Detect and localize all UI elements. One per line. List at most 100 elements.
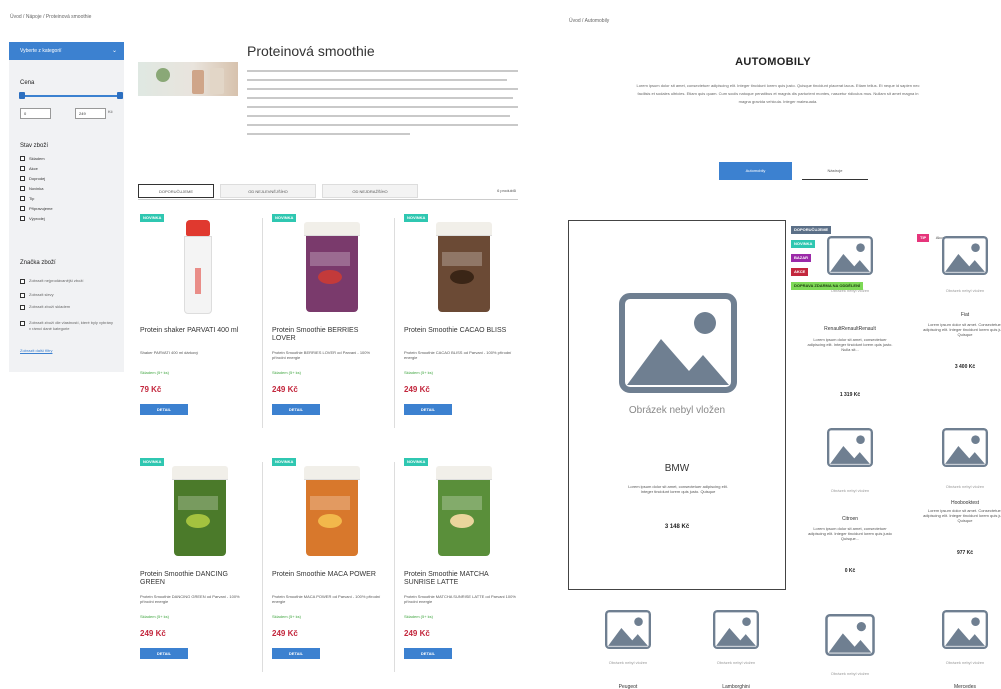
checkbox[interactable] bbox=[20, 176, 25, 181]
product-image[interactable]: NOVINKA bbox=[138, 456, 256, 566]
product-name[interactable]: Hoobooktest bbox=[910, 500, 1001, 506]
sort-tab-most-expensive[interactable]: OD NEJDRAŽŠÍHO bbox=[322, 184, 418, 198]
new-badge: NOVINKA bbox=[272, 458, 297, 466]
stock-filter-checkbox[interactable]: Výprodej bbox=[20, 216, 45, 222]
checkbox[interactable] bbox=[20, 186, 25, 191]
brand-filter-checkbox[interactable]: Zobrazit slevy bbox=[20, 292, 116, 298]
leaf-shape bbox=[156, 68, 170, 82]
product-name[interactable]: Protein Smoothie DANCING GREEN bbox=[140, 571, 252, 587]
card-divider bbox=[262, 218, 263, 428]
featured-product-card[interactable]: Obrázek nebyl vložen BMW Lorem ipsum dol… bbox=[568, 220, 786, 590]
category-hero-image bbox=[138, 62, 238, 96]
detail-button[interactable]: DETAIL bbox=[272, 648, 320, 659]
product-price: 249 Kč bbox=[272, 629, 298, 638]
product-name[interactable]: BMW bbox=[569, 463, 785, 474]
checkbox[interactable] bbox=[20, 321, 25, 326]
product-card[interactable]: NOVINKA Protein Smoothie CACAO BLISS Prote… bbox=[402, 212, 520, 442]
product-card[interactable]: NOVINKA Protein Smoothie MATCHA SUNRISE L… bbox=[402, 456, 520, 686]
checkbox-label: Doprodej bbox=[29, 176, 46, 181]
product-name[interactable]: Mercedes bbox=[910, 684, 1001, 689]
category-description-blurred bbox=[247, 70, 518, 142]
checkbox[interactable] bbox=[20, 196, 25, 201]
checkbox[interactable] bbox=[20, 206, 25, 211]
price-range-slider[interactable] bbox=[19, 92, 123, 99]
product-name[interactable]: RenaultRenaultRenault bbox=[795, 326, 905, 332]
sort-tab-recommended[interactable]: DOPORUČUJEME bbox=[138, 184, 214, 198]
brand-filter-checkbox[interactable]: Zobrazit zboží skladem bbox=[20, 304, 116, 310]
detail-button[interactable]: DETAIL bbox=[272, 404, 320, 415]
checkbox[interactable] bbox=[20, 156, 25, 161]
eshop-category-page-smoothie: Úvod / Nápoje / Proteinová smoothie Vybe… bbox=[0, 0, 520, 689]
checkbox[interactable] bbox=[20, 305, 25, 310]
stock-filter-checkbox[interactable]: Akce bbox=[20, 166, 38, 172]
product-name[interactable]: Protein Smoothie BERRIES LOVER bbox=[272, 327, 384, 343]
product-image[interactable]: NOVINKA bbox=[402, 456, 520, 566]
image-placeholder-icon bbox=[825, 614, 875, 656]
checkbox[interactable] bbox=[20, 216, 25, 221]
jar-fruit-decoration bbox=[450, 514, 474, 528]
product-description: Protein Smoothie CACAO BLISS od Parvani … bbox=[404, 350, 512, 360]
image-placeholder-icon bbox=[827, 428, 873, 467]
stock-status: Skladem (5+ ks) bbox=[140, 614, 170, 619]
product-name[interactable]: Protein Smoothie MACA POWER bbox=[272, 571, 384, 579]
product-flag-badge: BAZAR bbox=[791, 254, 811, 262]
product-description: Lorem ipsum dolor sit amet, consectetuer… bbox=[807, 337, 893, 352]
product-name[interactable]: Citroen bbox=[795, 516, 905, 522]
tab-automobily[interactable]: Automobily bbox=[719, 162, 792, 180]
product-name[interactable]: Lamborghini bbox=[681, 684, 791, 689]
stock-filter-checkbox[interactable]: Skladem bbox=[20, 156, 45, 162]
product-image[interactable]: NOVINKA bbox=[402, 212, 520, 322]
product-price: 3 148 Kč bbox=[664, 524, 690, 530]
image-placeholder-icon bbox=[942, 610, 988, 649]
brand-filter-checkbox[interactable]: Zobrazit nejprodávanější zboží bbox=[20, 278, 116, 284]
product-image[interactable]: NOVINKA bbox=[270, 212, 388, 322]
no-image-text: Obrázek nebyl vložen bbox=[830, 288, 870, 293]
price-unit: Kč bbox=[108, 109, 113, 114]
product-name[interactable]: Protein Smoothie MATCHA SUNRISE LATTE bbox=[404, 571, 516, 587]
slider-handle-max[interactable] bbox=[117, 92, 123, 99]
no-image-text: Obrázek nebyl vložen bbox=[830, 671, 870, 676]
checkbox[interactable] bbox=[20, 166, 25, 171]
checkbox[interactable] bbox=[20, 279, 25, 284]
product-price: 0 Kč bbox=[844, 568, 856, 574]
jar-label bbox=[178, 496, 218, 510]
no-image-text: Obrázek nebyl vložen bbox=[945, 288, 985, 293]
product-card[interactable]: NOVINKA Protein Smoothie DANCING GREEN Pro… bbox=[138, 456, 256, 686]
image-placeholder-icon bbox=[713, 610, 759, 649]
breadcrumb[interactable]: Úvod / Automobily bbox=[569, 18, 609, 24]
detail-button[interactable]: DETAIL bbox=[140, 404, 188, 415]
price-max-input[interactable]: 249 bbox=[75, 108, 106, 119]
breadcrumb[interactable]: Úvod / Nápoje / Proteinová smoothie bbox=[10, 14, 91, 20]
tab-nastroje[interactable]: Nástroje bbox=[802, 162, 868, 180]
stock-filter-checkbox[interactable]: Doprodej bbox=[20, 176, 45, 182]
sort-tab-cheapest[interactable]: OD NEJLEVNĚJŠÍHO bbox=[220, 184, 316, 198]
detail-button[interactable]: DETAIL bbox=[404, 648, 452, 659]
product-name[interactable]: Protein shaker PARVATI 400 ml bbox=[140, 327, 252, 335]
stock-filter-checkbox[interactable]: Tip bbox=[20, 196, 34, 202]
product-name[interactable]: Protein Smoothie CACAO BLISS bbox=[404, 327, 516, 335]
product-image[interactable]: NOVINKA bbox=[138, 212, 256, 322]
product-name[interactable]: Peugeot bbox=[573, 684, 683, 689]
stock-filter-checkbox[interactable]: Připravujeme bbox=[20, 206, 53, 212]
slider-handle-min[interactable] bbox=[19, 92, 25, 99]
detail-button[interactable]: DETAIL bbox=[140, 648, 188, 659]
checkbox[interactable] bbox=[20, 293, 25, 298]
more-filters-link[interactable]: Zobrazit další filtry bbox=[20, 348, 52, 353]
detail-button[interactable]: DETAIL bbox=[404, 404, 452, 415]
jar-fruit-decoration bbox=[318, 514, 342, 528]
card-divider bbox=[262, 462, 263, 672]
jar-fruit-decoration bbox=[318, 270, 342, 284]
jar-lid bbox=[172, 466, 228, 480]
price-min-input[interactable]: 0 bbox=[20, 108, 51, 119]
product-card[interactable]: NOVINKA Protein shaker PARVATI 400 ml Shak… bbox=[138, 212, 256, 442]
stock-filter-checkbox[interactable]: Novinka bbox=[20, 186, 43, 192]
brand-filter-checkbox[interactable]: Zobrazit zboží dle vlastností, které byl… bbox=[20, 320, 116, 332]
product-image[interactable]: NOVINKA bbox=[270, 456, 388, 566]
stock-status: Skladem (5+ ks) bbox=[404, 370, 434, 375]
no-image-text: Obrázek nebyl vložen bbox=[945, 484, 985, 489]
product-name[interactable]: Fiat bbox=[910, 312, 1001, 318]
category-dropdown[interactable]: Vyberte z kategorií ⌄ bbox=[9, 42, 124, 60]
product-card[interactable]: NOVINKA Protein Smoothie BERRIES LOVER Pro… bbox=[270, 212, 388, 442]
product-card[interactable]: NOVINKA Protein Smoothie MACA POWER Protei… bbox=[270, 456, 388, 686]
price-heading: Cena bbox=[20, 80, 35, 86]
